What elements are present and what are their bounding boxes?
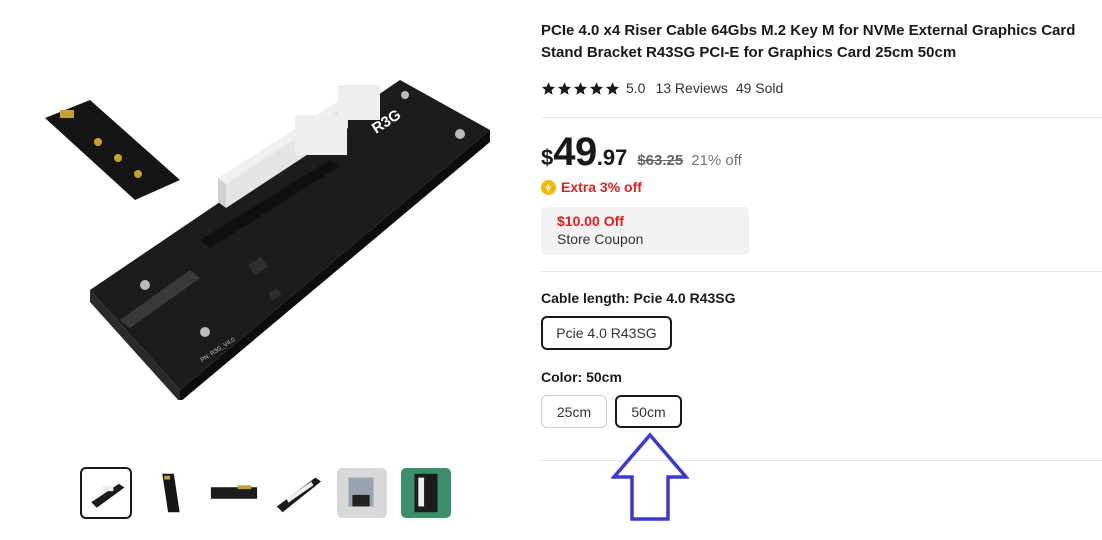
product-gallery: R3G PN: R3G_V4.0	[0, 0, 520, 540]
thumbnail-2[interactable]	[144, 467, 196, 519]
main-product-image[interactable]: R3G PN: R3G_V4.0	[40, 60, 500, 402]
thumbnail-image	[401, 468, 451, 518]
star-icon	[605, 81, 620, 95]
coupon-label: Store Coupon	[557, 231, 644, 247]
thumbnail-image	[91, 483, 125, 508]
color-option-50cm[interactable]: 50cm	[615, 395, 682, 428]
star-icon	[557, 81, 572, 95]
thumbnail-image	[337, 468, 387, 518]
extra-discount: Extra 3% off	[541, 179, 642, 195]
star-rating	[541, 81, 620, 96]
thumbnail-5[interactable]	[336, 467, 388, 519]
star-icon	[589, 81, 604, 95]
cable-length-label: Cable length: Pcie 4.0 R43SG	[541, 290, 736, 306]
thumbnail-image	[210, 485, 258, 499]
price-currency: $	[541, 145, 554, 170]
star-icon	[541, 81, 556, 95]
divider	[541, 117, 1102, 118]
thumbnail-image	[276, 477, 322, 513]
discount-percent: 21% off	[691, 152, 742, 169]
cable-length-option-pcie-r43sg[interactable]: Pcie 4.0 R43SG	[541, 316, 672, 350]
price-decimal: .97	[596, 145, 628, 170]
coupon-amount: $10.00 Off	[557, 213, 624, 229]
riser-board-illustration: R3G PN: R3G_V4.0	[45, 80, 490, 402]
rating-score: 5.0	[626, 80, 646, 96]
product-title: PCIe 4.0 x4 Riser Cable 64Gbs M.2 Key M …	[541, 22, 1076, 61]
price-integer: 49	[553, 130, 597, 174]
thumbnail-image	[162, 473, 180, 513]
lightning-coin-icon	[541, 179, 556, 195]
color-label: Color: 50cm	[541, 369, 622, 385]
thumbnail-3[interactable]	[208, 467, 260, 519]
thumbnail-4[interactable]	[272, 467, 324, 519]
price: $ 49 .97 $63.25 21% off	[541, 130, 742, 175]
divider	[541, 271, 1102, 272]
thumbnail-1[interactable]	[80, 467, 132, 519]
star-icon	[573, 81, 588, 95]
reviews-link[interactable]: 13 Reviews	[655, 80, 727, 96]
color-option-25cm[interactable]: 25cm	[541, 395, 607, 428]
rating-row: 5.0 13 Reviews 49 Sold	[541, 80, 783, 96]
thumbnail-strip	[80, 467, 452, 519]
thumbnail-6[interactable]	[400, 467, 452, 519]
original-price: $63.25	[637, 152, 684, 169]
sold-count: 49 Sold	[735, 80, 784, 96]
extra-discount-text: Extra 3% off	[561, 179, 642, 195]
up-arrow-annotation-icon	[611, 432, 689, 521]
store-coupon[interactable]: $10.00 Off Store Coupon	[541, 207, 749, 255]
